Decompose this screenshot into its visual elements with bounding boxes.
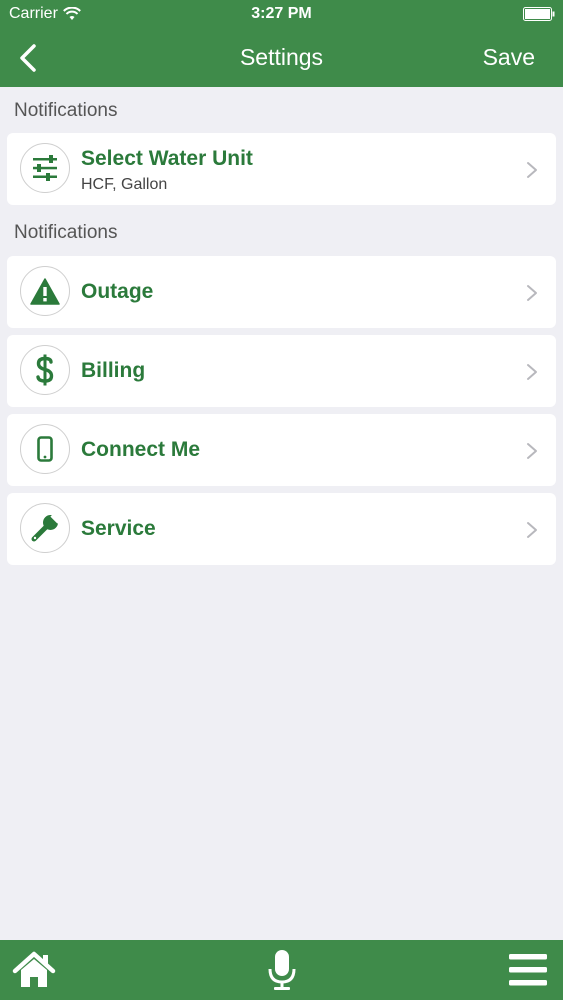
- row-icon-container: [20, 143, 70, 193]
- row-icon-container: [20, 266, 70, 316]
- section-header: Notifications: [14, 100, 118, 121]
- sliders-icon: [33, 155, 57, 181]
- dollar-icon: [36, 354, 54, 386]
- row-service[interactable]: Service: [7, 493, 556, 565]
- row-icon-container: [20, 345, 70, 395]
- chevron-right-icon: [527, 162, 537, 178]
- status-bar: Carrier 3:27 PM: [0, 0, 563, 30]
- row-icon-container: [20, 424, 70, 474]
- voice-tab[interactable]: [258, 948, 306, 992]
- row-outage[interactable]: Outage: [7, 256, 556, 328]
- row-title: Connect Me: [81, 438, 201, 461]
- row-subtitle: HCF, Gallon: [81, 176, 168, 193]
- home-icon: [12, 951, 56, 987]
- status-time: 3:27 PM: [251, 5, 312, 22]
- top-bar: Carrier 3:27 PM Settings Save: [0, 0, 563, 87]
- microphone-icon: [268, 950, 296, 990]
- row-title: Service: [81, 517, 156, 540]
- row-connect-me[interactable]: Connect Me: [7, 414, 556, 486]
- save-button[interactable]: Save: [483, 44, 535, 71]
- row-icon-container: [20, 503, 70, 553]
- row-title: Outage: [81, 280, 154, 303]
- warning-icon: [30, 277, 60, 305]
- chevron-right-icon: [527, 522, 537, 538]
- bottom-tab-bar: [0, 940, 563, 1000]
- page-title: Settings: [239, 44, 324, 70]
- row-title: Select Water Unit: [81, 147, 253, 170]
- home-tab[interactable]: [10, 948, 58, 992]
- battery-icon: [523, 7, 555, 21]
- chevron-right-icon: [527, 364, 537, 380]
- navigation-bar: Settings Save: [0, 30, 563, 87]
- row-title: Billing: [81, 359, 146, 382]
- section-header: Notifications: [14, 222, 118, 243]
- row-select-water-unit[interactable]: Select Water Unit HCF, Gallon: [7, 133, 556, 205]
- row-billing[interactable]: Billing: [7, 335, 556, 407]
- chevron-right-icon: [527, 285, 537, 301]
- menu-icon: [509, 954, 547, 986]
- chevron-right-icon: [527, 443, 537, 459]
- wrench-icon: [31, 513, 60, 542]
- phone-icon: [37, 436, 53, 462]
- menu-tab[interactable]: [504, 948, 552, 992]
